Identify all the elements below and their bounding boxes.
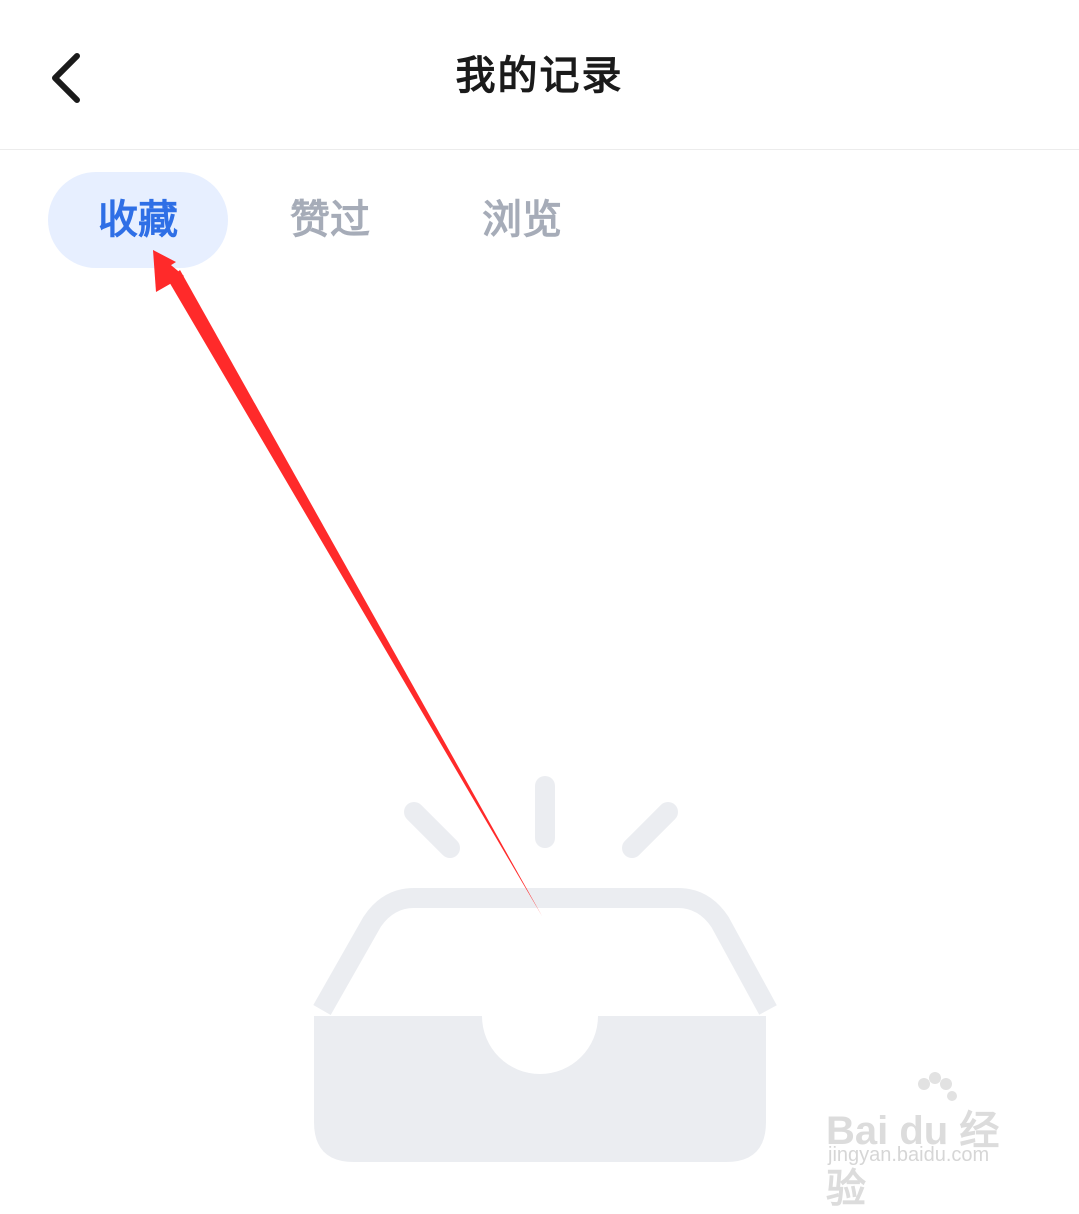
tab-browsed[interactable]: 浏览 xyxy=(447,172,597,268)
tab-liked[interactable]: 赞过 xyxy=(255,172,405,268)
tab-bar: 收藏 赞过 浏览 xyxy=(0,172,1079,268)
watermark: Bai du 经验 jingyan.baidu.com xyxy=(826,1070,1036,1211)
page-title: 我的记录 xyxy=(455,53,624,99)
watermark-url: jingyan.baidu.com xyxy=(828,1144,990,1166)
tab-favorites[interactable]: 收藏 xyxy=(48,172,228,268)
top-bar: 我的记录 xyxy=(0,0,1079,150)
empty-inbox-icon xyxy=(313,776,777,1162)
